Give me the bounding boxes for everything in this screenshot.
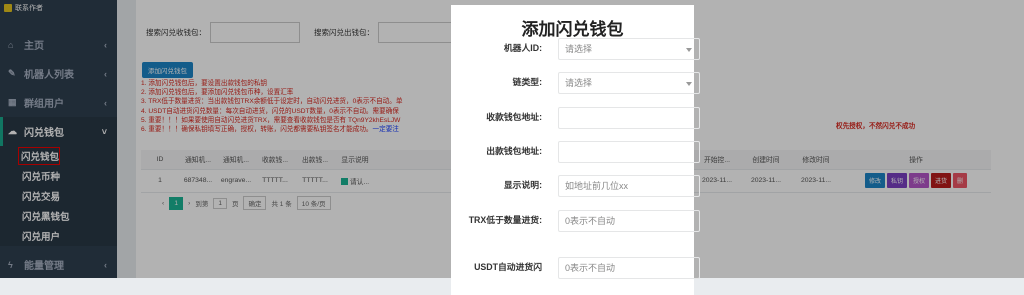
field-trx-threshold: TRX低于数量进货: 0表示不自动 <box>451 209 700 232</box>
send-address-input[interactable] <box>558 140 700 163</box>
field-display-note: 显示说明: 如地址前几位xx <box>451 174 700 197</box>
trx-threshold-input[interactable]: 0表示不自动 <box>558 209 700 232</box>
robot-id-select[interactable]: 请选择 <box>558 37 700 60</box>
usdt-amount-input[interactable]: 0表示不自动 <box>558 256 700 279</box>
field-robot-id: 机器人ID: 请选择 <box>451 37 700 60</box>
chevron-down-icon <box>686 81 692 86</box>
chevron-down-icon <box>686 47 692 52</box>
receive-address-input[interactable] <box>558 106 700 129</box>
field-chain-type: 链类型: 请选择 <box>451 71 700 94</box>
chain-type-select[interactable]: 请选择 <box>558 71 700 94</box>
display-note-input[interactable]: 如地址前几位xx <box>558 174 700 197</box>
dialog-title: 添加闪兑钱包 <box>521 20 624 40</box>
field-send-address: 出款钱包地址: <box>451 140 700 163</box>
field-receive-address: 收款钱包地址: <box>451 106 700 129</box>
field-usdt-amount: USDT自动进货闪 0表示不自动 <box>451 256 700 279</box>
add-wallet-dialog: 添加闪兑钱包 机器人ID: 请选择 链类型: 请选择 收款钱包地址: 出款钱包地… <box>451 5 700 295</box>
